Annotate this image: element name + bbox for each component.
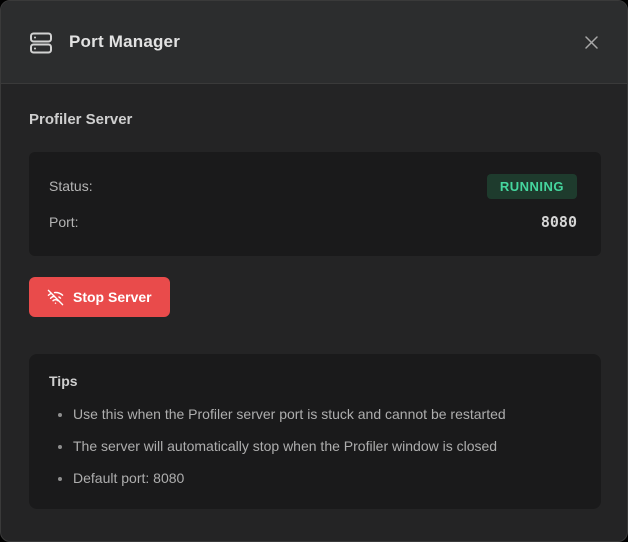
tips-heading: Tips	[49, 373, 581, 389]
tip-item: Use this when the Profiler server port i…	[73, 404, 581, 425]
server-icon	[28, 27, 54, 57]
status-card: Status: RUNNING Port: 8080	[29, 152, 601, 256]
dialog-body: Profiler Server Status: RUNNING Port: 80…	[1, 84, 627, 541]
close-button[interactable]	[577, 28, 605, 56]
stop-server-button[interactable]: Stop Server	[29, 277, 170, 317]
titlebar: Port Manager	[1, 1, 627, 84]
dialog-title: Port Manager	[69, 32, 180, 52]
tip-item: Default port: 8080	[73, 468, 581, 489]
port-manager-dialog: Port Manager Profiler Server Status: RUN…	[0, 0, 628, 542]
status-label: Status:	[49, 178, 93, 194]
status-badge: RUNNING	[487, 174, 577, 199]
wifi-off-icon	[47, 289, 64, 306]
status-row: Status: RUNNING	[49, 168, 577, 204]
close-icon	[584, 35, 599, 50]
stop-server-label: Stop Server	[73, 289, 152, 305]
tip-item: The server will automatically stop when …	[73, 436, 581, 457]
port-label: Port:	[49, 214, 79, 230]
tips-list: Use this when the Profiler server port i…	[49, 404, 581, 489]
port-value: 8080	[541, 213, 577, 231]
tips-card: Tips Use this when the Profiler server p…	[29, 354, 601, 509]
port-row: Port: 8080	[49, 204, 577, 240]
section-heading: Profiler Server	[29, 111, 601, 129]
